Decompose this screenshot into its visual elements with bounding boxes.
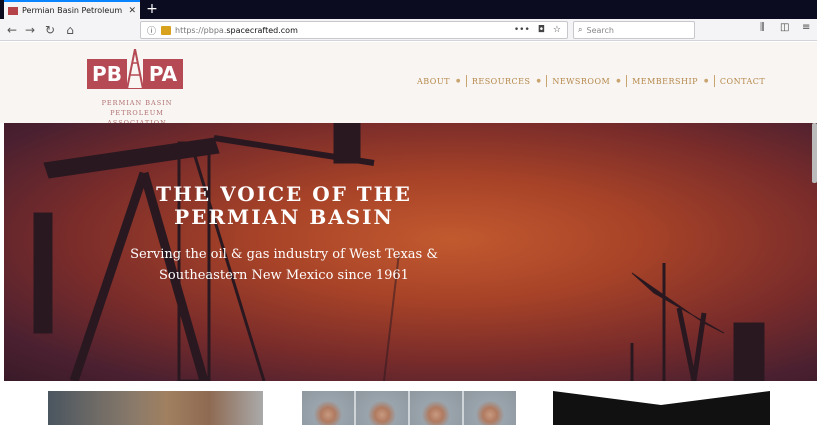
hero-title-line2: PERMIAN BASIN bbox=[174, 205, 394, 229]
feature-image-dark[interactable] bbox=[553, 391, 770, 425]
new-tab-button[interactable]: + bbox=[144, 0, 160, 19]
staff-photo bbox=[302, 391, 354, 425]
url-prefix: https://pbpa. bbox=[175, 25, 227, 35]
info-icon[interactable]: ⓘ bbox=[147, 24, 159, 37]
nav-about[interactable]: ABOUT ● bbox=[412, 77, 466, 86]
back-button[interactable]: ← bbox=[4, 22, 20, 38]
url-host: spacecrafted.com bbox=[226, 25, 298, 35]
page-scrollbar[interactable] bbox=[812, 123, 817, 183]
page-actions-icon[interactable]: ••• bbox=[514, 25, 530, 35]
feature-image-shape bbox=[553, 391, 770, 405]
favicon-icon bbox=[8, 6, 18, 15]
forward-button[interactable]: → bbox=[22, 22, 38, 38]
browser-tab[interactable]: Permian Basin Petroleum Asso ✕ bbox=[4, 0, 140, 19]
logo-pb: PB bbox=[87, 59, 127, 89]
hero-subtitle: Serving the oil & gas industry of West T… bbox=[4, 244, 564, 286]
main-nav: ABOUT ● RESOURCES ● NEWSROOM ● MEMBERSHI… bbox=[412, 75, 770, 87]
tab-bar: Permian Basin Petroleum Asso ✕ + bbox=[0, 0, 817, 19]
nav-resources-label: RESOURCES bbox=[471, 76, 531, 86]
hero-title-line1: THE VOICE OF THE bbox=[156, 182, 412, 206]
logo-name-line1: PERMIAN BASIN bbox=[101, 99, 173, 107]
search-icon: ⌕ bbox=[578, 25, 583, 34]
chevron-down-icon: ● bbox=[536, 78, 542, 84]
logo-pa: PA bbox=[143, 59, 183, 89]
chevron-down-icon: ● bbox=[455, 78, 461, 84]
feature-image-office[interactable] bbox=[48, 391, 263, 425]
bookmark-star-icon[interactable]: ☆ bbox=[553, 25, 561, 35]
library-icon[interactable]: ⫼ bbox=[760, 22, 765, 33]
feature-cards bbox=[0, 381, 817, 425]
address-bar[interactable]: ⓘ https://pbpa. spacecrafted.com ••• ◘ ☆ bbox=[140, 21, 568, 39]
close-tab-icon[interactable]: ✕ bbox=[128, 6, 136, 16]
chevron-down-icon: ● bbox=[616, 78, 622, 84]
staff-photo bbox=[410, 391, 462, 425]
browser-toolbar: ← → ↻ ⌂ ⓘ https://pbpa. spacecrafted.com … bbox=[0, 19, 817, 41]
hero-subtitle-line1: Serving the oil & gas industry of West T… bbox=[130, 247, 438, 262]
site-header: PB PA PERMIAN BASIN PETROLEUM ASSOCIATIO… bbox=[0, 42, 817, 127]
lock-icon[interactable] bbox=[161, 25, 171, 35]
menu-icon[interactable]: ≡ bbox=[802, 22, 810, 33]
nav-contact-label: CONTACT bbox=[719, 76, 766, 86]
sidebar-icon[interactable]: ◫ bbox=[780, 22, 789, 33]
web-page: PB PA PERMIAN BASIN PETROLEUM ASSOCIATIO… bbox=[0, 42, 817, 425]
tab-title: Permian Basin Petroleum Asso bbox=[22, 6, 124, 15]
chevron-down-icon: ● bbox=[704, 78, 709, 84]
feature-image-staff[interactable] bbox=[302, 391, 516, 425]
nav-resources[interactable]: RESOURCES ● bbox=[467, 77, 546, 86]
nav-membership-label: MEMBERSHIP bbox=[632, 76, 699, 86]
hero-banner: THE VOICE OF THE PERMIAN BASIN Serving t… bbox=[4, 123, 817, 381]
search-input[interactable]: ⌕ Search bbox=[573, 21, 695, 39]
search-placeholder: Search bbox=[586, 25, 614, 35]
pocket-icon[interactable]: ◘ bbox=[538, 25, 545, 35]
staff-photo bbox=[356, 391, 408, 425]
home-button[interactable]: ⌂ bbox=[62, 22, 78, 38]
nav-newsroom-label: NEWSROOM bbox=[552, 76, 611, 86]
reload-button[interactable]: ↻ bbox=[42, 22, 58, 38]
site-logo[interactable]: PB PA PERMIAN BASIN PETROLEUM ASSOCIATIO… bbox=[80, 49, 194, 127]
nav-newsroom[interactable]: NEWSROOM ● bbox=[547, 77, 626, 86]
nav-membership[interactable]: MEMBERSHIP ● bbox=[627, 77, 714, 86]
staff-photo bbox=[464, 391, 516, 425]
nav-contact[interactable]: CONTACT bbox=[715, 77, 770, 86]
hero-title: THE VOICE OF THE PERMIAN BASIN bbox=[4, 183, 564, 229]
hero-subtitle-line2: Southeastern New Mexico since 1961 bbox=[159, 268, 409, 283]
nav-about-label: ABOUT bbox=[417, 76, 450, 86]
